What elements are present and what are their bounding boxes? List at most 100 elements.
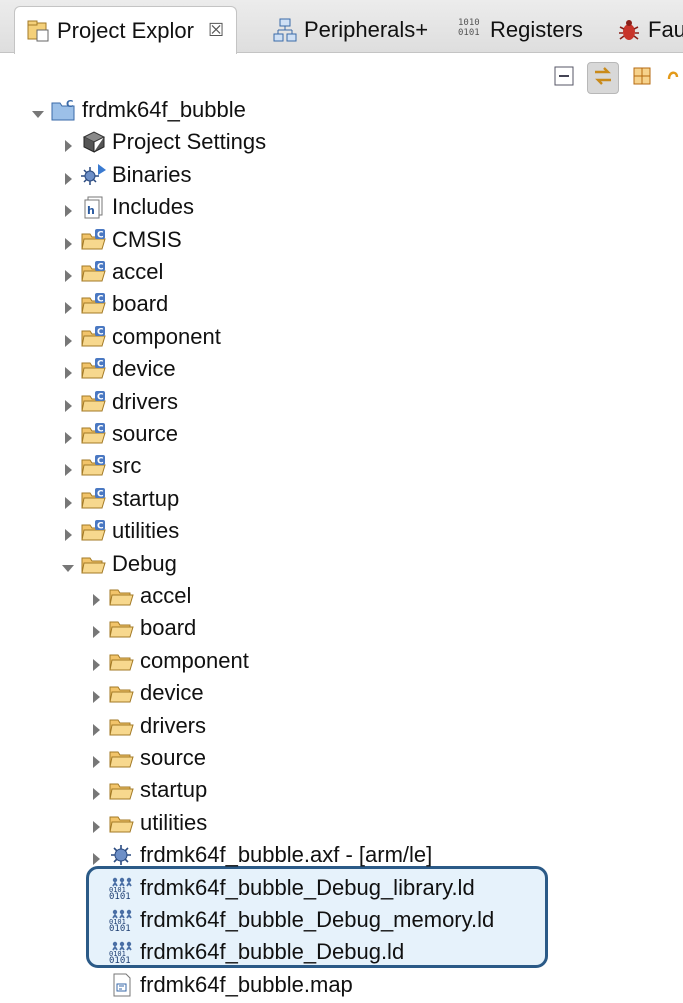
tree-item-debug-source[interactable]: source: [88, 742, 206, 774]
tree-item-label: frdmk64f_bubble_Debug_library.ld: [140, 874, 475, 900]
folder-icon: [108, 810, 136, 836]
link-with-editor-button[interactable]: [587, 62, 619, 94]
expand-right-icon[interactable]: [88, 718, 104, 736]
expand-right-icon[interactable]: [88, 750, 104, 768]
expand-right-icon[interactable]: [60, 167, 76, 185]
expand-right-icon[interactable]: [60, 232, 76, 250]
tree-item-binaries[interactable]: Binaries: [60, 159, 191, 191]
tree-item-label: drivers: [140, 712, 207, 738]
expand-right-icon[interactable]: [88, 782, 104, 801]
tree-item-debug-device[interactable]: device: [88, 677, 204, 709]
tree-item-label: drivers: [112, 388, 179, 414]
tab-peripherals[interactable]: Peripherals+: [272, 8, 428, 52]
expand-right-icon[interactable]: [60, 394, 76, 412]
tree-item-includes[interactable]: h Includes: [60, 191, 194, 223]
tree-item-label: frdmk64f_bubble_Debug.ld: [140, 939, 405, 965]
tree-item-debug-file-1[interactable]: 0101 0101 frdmk64f_bubble_Debug_library.ld: [88, 872, 475, 904]
tree-item-src[interactable]: Csrc: [60, 450, 141, 482]
expand-right-icon[interactable]: [88, 620, 104, 639]
tree-item-debug-board[interactable]: board: [88, 612, 196, 644]
tree-item-label: source: [140, 745, 207, 770]
sync-button[interactable]: [665, 63, 681, 93]
tree-item-debug-startup[interactable]: startup: [88, 774, 207, 806]
expand-right-icon[interactable]: [60, 264, 76, 282]
source-folder-icon: C: [80, 259, 108, 285]
expand-right-icon[interactable]: [88, 847, 104, 866]
linker-file-icon: 0101 0101: [108, 939, 136, 966]
svg-text:0101: 0101: [109, 886, 126, 894]
expand-right-icon[interactable]: [88, 815, 104, 833]
registers-icon: 1010 0101: [458, 18, 480, 38]
expand-right-icon[interactable]: [60, 523, 76, 542]
tree-item-debug-utilities[interactable]: utilities: [88, 807, 207, 839]
expand-right-icon[interactable]: [60, 458, 76, 477]
tab-faults[interactable]: Fau: [616, 8, 683, 52]
expand-right-icon[interactable]: [88, 685, 104, 704]
grid-button[interactable]: [627, 63, 657, 93]
view-tab-bar: Project Explor ☒ Peripherals+ 1010 0101 R…: [0, 0, 683, 54]
tree-item-debug-file-3[interactable]: 0101 0101 frdmk64f_bubble_Debug.ld: [88, 936, 404, 968]
tab-registers[interactable]: 1010 0101 Registers: [458, 8, 583, 52]
tree-item-label: component: [140, 647, 249, 673]
tree-item-label: board: [112, 291, 169, 317]
expand-right-icon[interactable]: [88, 653, 104, 671]
expand-down-icon[interactable]: [30, 102, 46, 118]
expand-right-icon[interactable]: [60, 296, 76, 315]
folder-icon: [108, 680, 136, 706]
tree-item-utilities[interactable]: Cutilities: [60, 515, 179, 547]
source-folder-icon: C: [80, 356, 108, 382]
tree-item-debug-file-0[interactable]: frdmk64f_bubble.axf - [arm/le]: [88, 839, 432, 871]
expand-right-icon[interactable]: [88, 588, 104, 606]
tree-item-debug-file-4[interactable]: frdmk64f_bubble.map: [88, 969, 353, 1001]
expand-right-icon[interactable]: [60, 491, 76, 509]
tree-item-label: Debug: [112, 550, 177, 576]
expand-right-icon[interactable]: [60, 361, 76, 380]
folder-icon: [108, 583, 136, 609]
close-icon[interactable]: ☒: [208, 20, 224, 41]
tree-item-startup[interactable]: Cstartup: [60, 483, 179, 515]
project-explorer-icon: [25, 18, 51, 44]
folder-icon: [108, 615, 136, 641]
tree-item-debug-accel[interactable]: accel: [88, 580, 191, 612]
tree-item-debug-file-2[interactable]: 0101 0101 frdmk64f_bubble_Debug_memory.ld: [88, 904, 494, 936]
project-icon: C: [50, 97, 78, 123]
collapse-all-button[interactable]: [549, 63, 579, 93]
expand-right-icon[interactable]: [60, 329, 76, 347]
tree-item-source[interactable]: Csource: [60, 418, 178, 450]
tree-item-component[interactable]: Ccomponent: [60, 321, 221, 353]
tab-label: Registers: [490, 17, 583, 42]
expand-right-icon[interactable]: [60, 426, 76, 444]
tree-item-device[interactable]: Cdevice: [60, 353, 176, 385]
tree-item-label: Binaries: [112, 161, 192, 187]
tree-item-project-root[interactable]: Cfrdmk64f_bubble: [30, 94, 246, 126]
tree-item-project-settings[interactable]: Project Settings: [60, 126, 266, 158]
collapse-all-icon: [553, 65, 575, 92]
peripherals-icon: [272, 17, 298, 43]
binaries-icon: [80, 162, 108, 188]
tab-project-explorer[interactable]: Project Explor ☒: [14, 6, 238, 54]
expand-right-icon[interactable]: [60, 134, 76, 153]
tree-item-label: Project Settings: [112, 129, 267, 155]
includes-icon: h: [80, 194, 108, 220]
source-folder-icon: C: [80, 486, 108, 512]
tree-item-drivers[interactable]: Cdrivers: [60, 386, 178, 418]
tab-label: Fau: [648, 17, 683, 42]
tree-item-accel[interactable]: Caccel: [60, 256, 163, 288]
expand-right-icon[interactable]: [60, 199, 76, 218]
source-folder-icon: C: [80, 453, 108, 479]
executable-icon: [108, 842, 136, 868]
tree-item-debug[interactable]: Debug: [60, 548, 177, 580]
tree-item-debug-component[interactable]: component: [88, 645, 249, 677]
linker-file-icon: 0101 0101: [108, 907, 136, 934]
svg-text:0101: 0101: [109, 950, 126, 958]
tree-item-debug-drivers[interactable]: drivers: [88, 710, 206, 742]
folder-icon: [108, 713, 136, 739]
expand-down-icon[interactable]: [60, 556, 76, 572]
source-folder-icon: C: [80, 421, 108, 447]
svg-text:0101: 0101: [109, 918, 126, 926]
settings-book-icon: [80, 129, 108, 155]
tree-item-board[interactable]: Cboard: [60, 288, 168, 320]
tree-item-cmsis[interactable]: C CMSIS: [60, 224, 182, 256]
